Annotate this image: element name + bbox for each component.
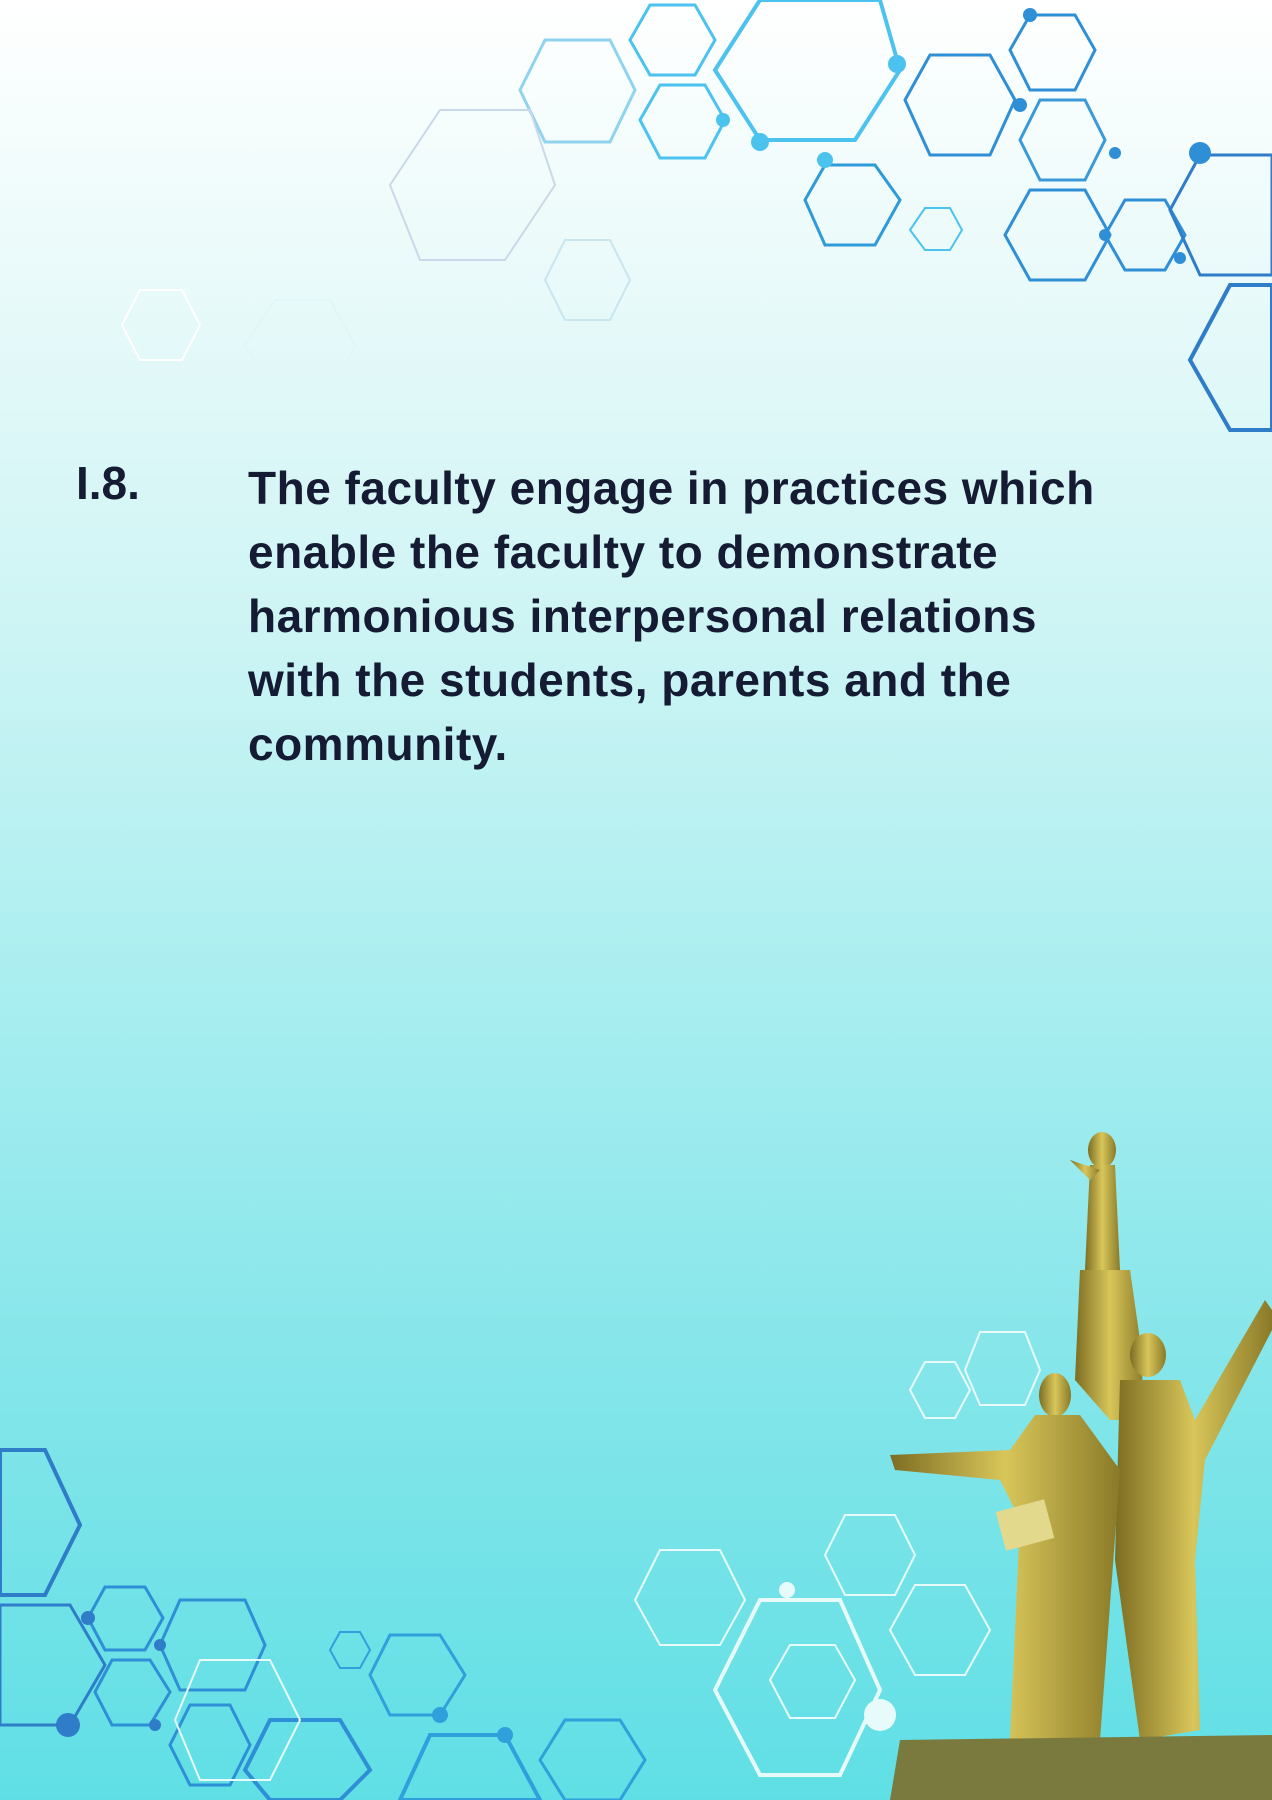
statue-illustration	[890, 1132, 1272, 1800]
statement-line: harmonious interpersonal relations	[248, 590, 1037, 642]
statement-line: The faculty engage in practices which	[248, 462, 1095, 514]
statement-line: with the students, parents and the	[248, 654, 1012, 706]
item-number: I.8.	[76, 457, 140, 509]
statement-line: community.	[248, 718, 508, 770]
item-statement: The faculty engage in practices which en…	[248, 456, 1095, 776]
statement-line: enable the faculty to demonstrate	[248, 526, 999, 578]
